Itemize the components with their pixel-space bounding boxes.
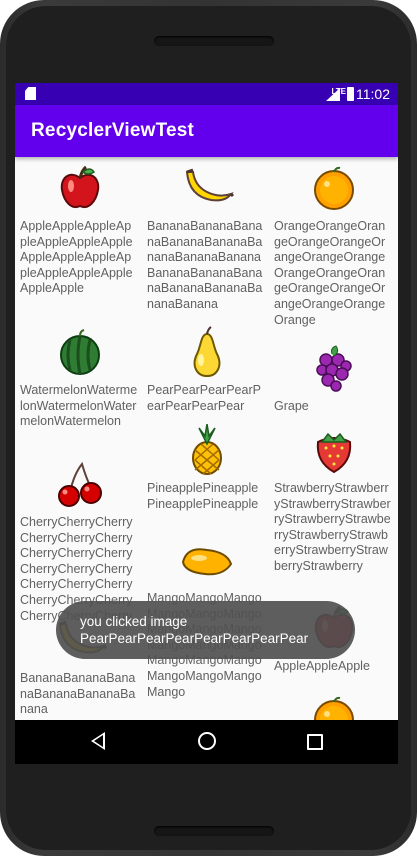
fruit-item[interactable]: WatermelonWatermelonWatermelonWatermelon… <box>20 321 140 430</box>
fruit-item[interactable]: BananaBananaBananaBananaBananaBananaBana… <box>147 157 267 313</box>
sd-card-icon <box>25 87 36 100</box>
fruit-name[interactable]: OrangeOrangeOrangeOrangeOrangeOrangeOran… <box>274 219 392 328</box>
fruit-name[interactable]: WatermelonWatermelonWatermelonWatermelon… <box>20 383 138 430</box>
app-title: RecyclerViewTest <box>31 120 195 141</box>
apple-icon[interactable] <box>20 157 140 219</box>
fruit-item[interactable]: AppleAppleAppleAppleAppleAppleAppleApple… <box>20 157 140 297</box>
fruit-name[interactable]: PearPearPearPearPearPearPearPear <box>147 383 265 414</box>
battery-icon <box>347 87 354 101</box>
watermelon-icon[interactable] <box>20 321 140 383</box>
fruit-name[interactable]: BananaBananaBananaBananaBananaBanana <box>20 671 138 718</box>
fruit-name[interactable]: Grape <box>274 399 392 415</box>
orange-icon[interactable] <box>274 157 394 219</box>
network-type: LTE <box>331 87 346 96</box>
fruit-name[interactable]: BananaBananaBananaBananaBananaBananaBana… <box>147 219 265 313</box>
banana-icon[interactable] <box>147 157 267 219</box>
screen: LTE 11:02 RecyclerViewTest AppleAppleApp… <box>15 83 398 764</box>
strawberry-icon[interactable] <box>274 419 394 481</box>
grape-icon[interactable] <box>274 337 394 399</box>
fruit-item[interactable]: PearPearPearPearPearPearPearPear <box>147 321 267 414</box>
home-icon[interactable] <box>198 732 216 750</box>
toast-line-2: PearPearPearPearPearPearPearPear <box>80 631 309 646</box>
fruit-name[interactable]: AppleAppleAppleAppleAppleAppleAppleApple… <box>20 219 138 297</box>
back-icon[interactable] <box>91 732 105 750</box>
fruit-name[interactable]: AppleAppleApple <box>274 659 392 675</box>
bottom-speaker <box>154 826 274 836</box>
mango-icon[interactable] <box>147 529 267 591</box>
pear-icon[interactable] <box>147 321 267 383</box>
cherry-icon[interactable] <box>20 453 140 515</box>
toast: you clicked image PearPearPearPearPearPe… <box>56 601 355 659</box>
fruit-item[interactable]: StrawberryStrawberryStrawberryStrawberry… <box>274 419 394 575</box>
clock: 11:02 <box>356 86 390 102</box>
fruit-name[interactable]: StrawberryStrawberryStrawberryStrawberry… <box>274 481 392 575</box>
recent-apps-icon[interactable] <box>307 734 323 750</box>
navigation-bar <box>15 720 398 764</box>
top-speaker <box>154 36 274 46</box>
fruit-name[interactable]: PineapplePineapplePineapplePineapple <box>147 481 265 512</box>
toast-line-1: you clicked image <box>80 614 188 629</box>
fruit-item[interactable]: Grape <box>274 337 394 415</box>
fruit-item[interactable]: PineapplePineapplePineapplePineapple <box>147 419 267 512</box>
fruit-item[interactable]: CherryCherryCherryCherryCherryCherryCher… <box>20 453 140 624</box>
fruit-item[interactable]: OrangeOrangeOrangeOrangeOrangeOrangeOran… <box>274 157 394 328</box>
status-bar: LTE 11:02 <box>15 83 398 105</box>
app-bar: RecyclerViewTest <box>15 105 398 157</box>
pineapple-icon[interactable] <box>147 419 267 481</box>
